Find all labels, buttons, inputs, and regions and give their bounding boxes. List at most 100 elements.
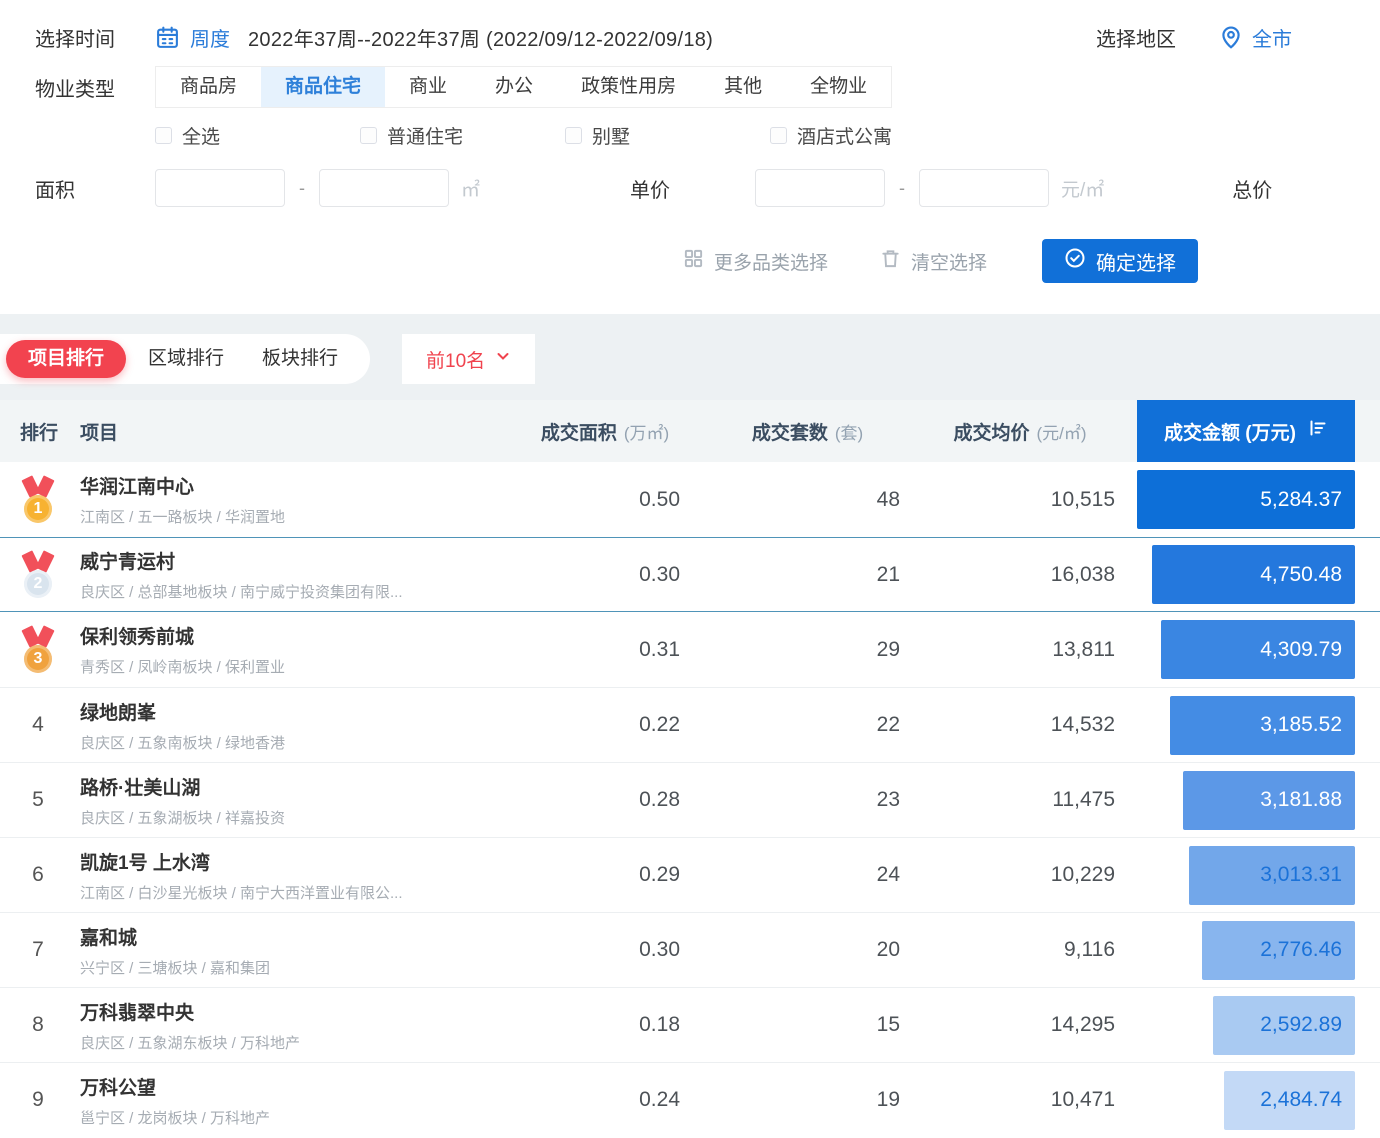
area-value: 0.30 (510, 938, 700, 962)
rank-number: 3 (24, 645, 52, 673)
project-name[interactable]: 威宁青运村 (80, 547, 510, 574)
property-type-tab[interactable]: 政策性用房 (557, 67, 700, 107)
filter-panel: 选择时间 周度 2022年37周--2022年37周 (2022/09/12-2… (0, 0, 1380, 314)
ranking-tab[interactable]: 项目排行 (6, 340, 126, 378)
area-value: 0.18 (510, 1013, 700, 1037)
rank-number: 4 (20, 713, 56, 737)
confirm-selection-label: 确定选择 (1096, 247, 1176, 276)
amount-value: 2,776.46 (1260, 938, 1342, 962)
project-name[interactable]: 万科翡翠中央 (80, 998, 510, 1025)
table-row[interactable]: 2威宁青运村良庆区 / 总部基地板块 / 南宁威宁投资集团有限...0.3021… (0, 537, 1380, 612)
checkbox-label: 全选 (182, 122, 220, 149)
price-value: 9,116 (915, 938, 1125, 962)
subtype-checkbox[interactable]: 普通住宅 (360, 122, 565, 149)
time-mode-selector[interactable]: 周度 (190, 23, 230, 52)
area-max-input[interactable] (319, 169, 449, 207)
subtype-checkbox[interactable]: 全选 (155, 122, 360, 149)
table-row[interactable]: 5路桥·壮美山湖良庆区 / 五象湖板块 / 祥嘉投资0.282311,4753,… (0, 762, 1380, 837)
project-name[interactable]: 嘉和城 (80, 923, 510, 950)
rank-number: 1 (24, 495, 52, 523)
project-name[interactable]: 保利领秀前城 (80, 622, 510, 649)
price-value: 10,229 (915, 863, 1125, 887)
amount-cell: 4,750.48 (1137, 538, 1355, 611)
project-name[interactable]: 万科公望 (80, 1073, 510, 1100)
top-n-dropdown[interactable]: 前10名 (402, 334, 535, 384)
area-label: 面积 (35, 174, 155, 203)
property-type-tab[interactable]: 商业 (385, 67, 471, 107)
range-filter-row: 面积 - ㎡ 单价 - 元/㎡ 总价 (0, 168, 1380, 208)
project-name[interactable]: 绿地朗峯 (80, 698, 510, 725)
table-row[interactable]: 3保利领秀前城青秀区 / 凤岭南板块 / 保利置业0.312913,8114,3… (0, 612, 1380, 687)
ranking-tab[interactable]: 区域排行 (132, 340, 240, 378)
ranking-tab[interactable]: 板块排行 (246, 340, 354, 378)
more-categories-button[interactable]: 更多品类选择 (683, 248, 828, 275)
units-value: 48 (700, 488, 915, 512)
table-row[interactable]: 4绿地朗峯良庆区 / 五象南板块 / 绿地香港0.222214,5323,185… (0, 687, 1380, 762)
subtype-checkbox[interactable]: 酒店式公寓 (770, 122, 975, 149)
price-max-input[interactable] (919, 169, 1049, 207)
amount-bar: 2,776.46 (1202, 921, 1355, 980)
amount-bar: 4,309.79 (1161, 620, 1355, 679)
header-price: 成交均价 (元/㎡) (915, 400, 1125, 462)
checkbox-label: 别墅 (592, 122, 630, 149)
property-type-row: 物业类型 商品房商品住宅商业办公政策性用房其他全物业 (0, 66, 1380, 108)
project-name[interactable]: 华润江南中心 (80, 472, 510, 499)
rank-cell: 6 (20, 863, 80, 887)
rank-cell: 8 (20, 1013, 80, 1037)
ranking-tabbar: 项目排行区域排行板块排行 前10名 (0, 334, 1380, 384)
project-cell: 路桥·壮美山湖良庆区 / 五象湖板块 / 祥嘉投资 (80, 773, 510, 828)
property-type-tab[interactable]: 全物业 (786, 67, 891, 107)
table-row[interactable]: 8万科翡翠中央良庆区 / 五象湖东板块 / 万科地产0.181514,2952,… (0, 987, 1380, 1062)
region-filter: 选择地区 全市 (1096, 23, 1292, 52)
checkbox-box[interactable] (565, 127, 582, 144)
medal-silver-icon: 2 (20, 551, 56, 598)
project-location: 江南区 / 白沙星光板块 / 南宁大西洋置业有限公... (80, 882, 510, 903)
property-type-tab[interactable]: 其他 (700, 67, 786, 107)
rank-cell: 4 (20, 713, 80, 737)
table-row[interactable]: 7嘉和城兴宁区 / 三塘板块 / 嘉和集团0.30209,1162,776.46 (0, 912, 1380, 987)
clear-selection-button[interactable]: 清空选择 (880, 248, 987, 275)
rank-cell: 1 (20, 476, 80, 523)
price-value: 11,475 (915, 788, 1125, 812)
calendar-icon[interactable] (155, 25, 180, 50)
rank-cell: 3 (20, 626, 80, 673)
property-type-tabs: 商品房商品住宅商业办公政策性用房其他全物业 (155, 66, 892, 108)
rank-cell: 2 (20, 551, 80, 598)
time-range-value[interactable]: 2022年37周--2022年37周 (2022/09/12-2022/09/1… (248, 23, 713, 52)
confirm-selection-button[interactable]: 确定选择 (1042, 239, 1198, 283)
table-body: 1华润江南中心江南区 / 五一路板块 / 华润置地0.504810,5155,2… (0, 462, 1380, 1137)
region-value[interactable]: 全市 (1252, 23, 1292, 52)
area-min-input[interactable] (155, 169, 285, 207)
price-min-input[interactable] (755, 169, 885, 207)
property-type-tab[interactable]: 商品房 (156, 67, 261, 107)
checkbox-box[interactable] (770, 127, 787, 144)
amount-cell: 2,776.46 (1137, 913, 1355, 987)
checkbox-box[interactable] (155, 127, 172, 144)
area-value: 0.50 (510, 488, 700, 512)
amount-value: 3,181.88 (1260, 788, 1342, 812)
project-location: 兴宁区 / 三塘板块 / 嘉和集团 (80, 957, 510, 978)
amount-bar: 2,592.89 (1213, 996, 1355, 1055)
subtype-checkbox[interactable]: 别墅 (565, 122, 770, 149)
project-name[interactable]: 路桥·壮美山湖 (80, 773, 510, 800)
table-row[interactable]: 1华润江南中心江南区 / 五一路板块 / 华润置地0.504810,5155,2… (0, 462, 1380, 537)
medal-bronze-icon: 3 (20, 626, 56, 673)
time-filter-row: 选择时间 周度 2022年37周--2022年37周 (2022/09/12-2… (0, 14, 1380, 60)
project-location: 良庆区 / 总部基地板块 / 南宁威宁投资集团有限... (80, 581, 510, 602)
units-value: 22 (700, 713, 915, 737)
amount-cell: 2,484.74 (1137, 1063, 1355, 1137)
project-name[interactable]: 凯旋1号 上水湾 (80, 848, 510, 875)
location-pin-icon[interactable] (1218, 24, 1244, 50)
table-row[interactable]: 9万科公望邕宁区 / 龙岗板块 / 万科地产0.241910,4712,484.… (0, 1062, 1380, 1137)
ranking-tabs: 项目排行区域排行板块排行 (0, 334, 370, 384)
property-type-tab[interactable]: 商品住宅 (261, 67, 385, 107)
header-amount-sort[interactable]: 成交金额 (万元) (1137, 400, 1355, 462)
checkbox-box[interactable] (360, 127, 377, 144)
area-value: 0.28 (510, 788, 700, 812)
unit-price-unit: 元/㎡ (1061, 175, 1104, 202)
property-type-tab[interactable]: 办公 (471, 67, 557, 107)
header-project: 项目 (80, 400, 510, 462)
checkbox-label: 普通住宅 (387, 122, 463, 149)
rank-cell: 5 (20, 788, 80, 812)
table-row[interactable]: 6凯旋1号 上水湾江南区 / 白沙星光板块 / 南宁大西洋置业有限公...0.2… (0, 837, 1380, 912)
